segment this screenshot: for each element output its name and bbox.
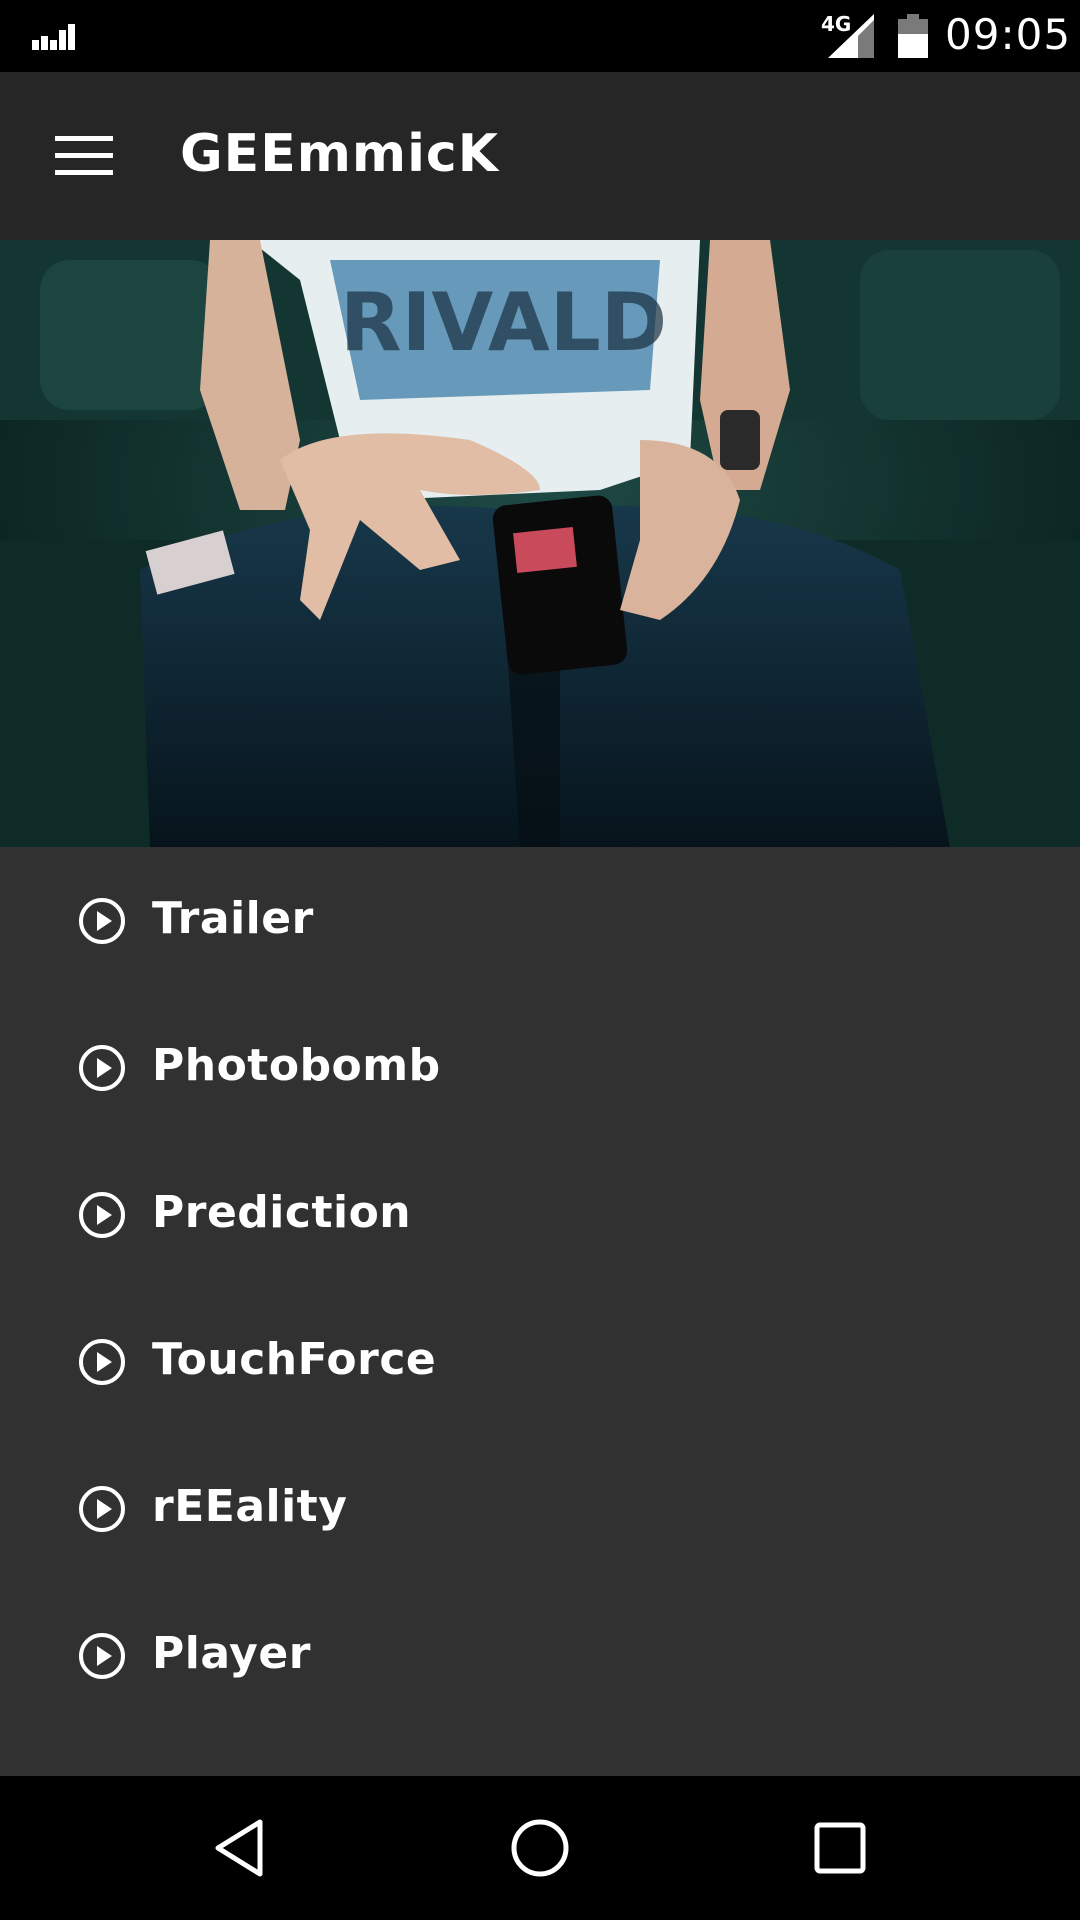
- list-item-player[interactable]: Player: [0, 1582, 1080, 1729]
- list-item-reeality[interactable]: rEEality: [0, 1435, 1080, 1582]
- status-bar: 4G 09:05: [0, 0, 1080, 72]
- home-button[interactable]: [504, 1812, 576, 1884]
- back-button[interactable]: [204, 1812, 276, 1884]
- list-item-label: rEEality: [152, 1481, 348, 1532]
- list-item-label: Trailer: [152, 893, 314, 944]
- list-item-label: Photobomb: [152, 1040, 441, 1091]
- list-item-prediction[interactable]: Prediction: [0, 1141, 1080, 1288]
- play-circle-icon: [79, 1633, 125, 1679]
- svg-text:RIVALD: RIVALD: [340, 276, 667, 369]
- list-item-touchforce[interactable]: TouchForce: [0, 1288, 1080, 1435]
- clock: 09:05: [945, 10, 1072, 59]
- play-circle-icon: [79, 898, 125, 944]
- recents-button[interactable]: [804, 1812, 876, 1884]
- navigation-bar: [0, 1776, 1080, 1920]
- play-circle-icon: [79, 1045, 125, 1091]
- menu-button[interactable]: [46, 118, 122, 194]
- hero-image: RIVALD: [0, 240, 1080, 847]
- app-title: GEEmmicK: [180, 124, 500, 184]
- list-item-label: Player: [152, 1628, 311, 1679]
- play-circle-icon: [79, 1192, 125, 1238]
- play-circle-icon: [79, 1486, 125, 1532]
- list-item-photobomb[interactable]: Photobomb: [0, 994, 1080, 1141]
- cell-signal-icon: [828, 14, 874, 58]
- play-circle-icon: [79, 1339, 125, 1385]
- video-list: Trailer Photobomb Prediction TouchForce …: [0, 847, 1080, 1776]
- app-bar: GEEmmicK: [0, 72, 1080, 240]
- list-item-label: TouchForce: [152, 1334, 437, 1385]
- list-item-trailer[interactable]: Trailer: [0, 847, 1080, 994]
- hamburger-menu-icon: [55, 136, 113, 175]
- home-icon: [511, 1819, 569, 1877]
- hero-illustration: RIVALD: [0, 240, 1080, 847]
- signal-strength-icon: [32, 24, 75, 50]
- battery-icon: [898, 14, 928, 58]
- back-icon: [215, 1819, 263, 1877]
- list-item-label: Prediction: [152, 1187, 412, 1238]
- recents-icon: [814, 1822, 866, 1874]
